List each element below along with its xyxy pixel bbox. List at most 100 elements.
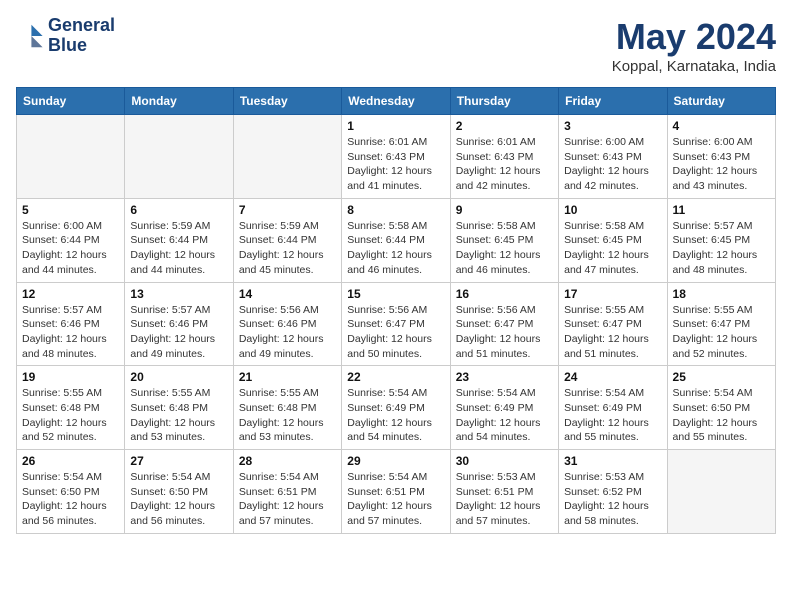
- day-info: Sunrise: 5:56 AMSunset: 6:46 PMDaylight:…: [239, 303, 336, 362]
- day-number: 12: [22, 287, 119, 301]
- calendar-cell: 11 Sunrise: 5:57 AMSunset: 6:45 PMDayligh…: [667, 198, 775, 282]
- calendar-cell: 23Sunrise: 5:54 AMSunset: 6:49 PMDayligh…: [450, 366, 558, 450]
- calendar-cell: [667, 450, 775, 534]
- day-info: Sunrise: 5:55 AMSunset: 6:47 PMDaylight:…: [673, 303, 770, 362]
- month-year: May 2024: [612, 16, 776, 58]
- day-info: Sunrise: 5:55 AMSunset: 6:47 PMDaylight:…: [564, 303, 661, 362]
- day-number: 5: [22, 203, 119, 217]
- calendar-cell: 15 Sunrise: 5:56 AMSunset: 6:47 PMDayligh…: [342, 282, 450, 366]
- calendar-cell: 2 Sunrise: 6:01 AMSunset: 6:43 PMDaylight…: [450, 115, 558, 199]
- day-info: Sunrise: 5:54 AMSunset: 6:49 PMDaylight:…: [564, 386, 661, 445]
- day-info: Sunrise: 5:53 AMSunset: 6:51 PMDaylight:…: [456, 470, 553, 529]
- calendar-cell: 17Sunrise: 5:55 AMSunset: 6:47 PMDayligh…: [559, 282, 667, 366]
- calendar-week-row: 19 Sunrise: 5:55 AMSunset: 6:48 PMDayligh…: [17, 366, 776, 450]
- calendar-cell: 31 Sunrise: 5:53 AMSunset: 6:52 PMDayligh…: [559, 450, 667, 534]
- day-number: 21: [239, 370, 336, 384]
- day-number: 20: [130, 370, 227, 384]
- day-info: Sunrise: 5:59 AMSunset: 6:44 PMDaylight:…: [130, 219, 227, 278]
- col-header-wednesday: Wednesday: [342, 88, 450, 115]
- day-number: 6: [130, 203, 227, 217]
- calendar-cell: 21 Sunrise: 5:55 AMSunset: 6:48 PMDayligh…: [233, 366, 341, 450]
- calendar-cell: 10 Sunrise: 5:58 AMSunset: 6:45 PMDayligh…: [559, 198, 667, 282]
- calendar-cell: 9 Sunrise: 5:58 AMSunset: 6:45 PMDaylight…: [450, 198, 558, 282]
- calendar-cell: 28 Sunrise: 5:54 AMSunset: 6:51 PMDayligh…: [233, 450, 341, 534]
- day-info: Sunrise: 6:00 AMSunset: 6:43 PMDaylight:…: [673, 135, 770, 194]
- calendar-cell: 16 Sunrise: 5:56 AMSunset: 6:47 PMDayligh…: [450, 282, 558, 366]
- day-number: 10: [564, 203, 661, 217]
- day-number: 11: [673, 203, 770, 217]
- day-info: Sunrise: 5:58 AMSunset: 6:44 PMDaylight:…: [347, 219, 444, 278]
- day-number: 7: [239, 203, 336, 217]
- day-number: 26: [22, 454, 119, 468]
- day-number: 24: [564, 370, 661, 384]
- day-number: 4: [673, 119, 770, 133]
- logo-text: General Blue: [48, 16, 115, 56]
- calendar-cell: 22Sunrise: 5:54 AMSunset: 6:49 PMDayligh…: [342, 366, 450, 450]
- col-header-saturday: Saturday: [667, 88, 775, 115]
- day-info: Sunrise: 5:58 AMSunset: 6:45 PMDaylight:…: [564, 219, 661, 278]
- day-number: 28: [239, 454, 336, 468]
- calendar-cell: 8 Sunrise: 5:58 AMSunset: 6:44 PMDaylight…: [342, 198, 450, 282]
- calendar-cell: [125, 115, 233, 199]
- day-info: Sunrise: 5:55 AMSunset: 6:48 PMDaylight:…: [130, 386, 227, 445]
- day-info: Sunrise: 5:58 AMSunset: 6:45 PMDaylight:…: [456, 219, 553, 278]
- col-header-monday: Monday: [125, 88, 233, 115]
- calendar-cell: 29Sunrise: 5:54 AMSunset: 6:51 PMDayligh…: [342, 450, 450, 534]
- day-number: 22: [347, 370, 444, 384]
- day-number: 25: [673, 370, 770, 384]
- day-info: Sunrise: 5:54 AMSunset: 6:50 PMDaylight:…: [673, 386, 770, 445]
- calendar-header-row: SundayMondayTuesdayWednesdayThursdayFrid…: [17, 88, 776, 115]
- calendar-week-row: 26 Sunrise: 5:54 AMSunset: 6:50 PMDayligh…: [17, 450, 776, 534]
- col-header-tuesday: Tuesday: [233, 88, 341, 115]
- calendar-cell: 4 Sunrise: 6:00 AMSunset: 6:43 PMDaylight…: [667, 115, 775, 199]
- calendar-cell: 27Sunrise: 5:54 AMSunset: 6:50 PMDayligh…: [125, 450, 233, 534]
- day-info: Sunrise: 5:57 AMSunset: 6:46 PMDaylight:…: [130, 303, 227, 362]
- calendar-cell: 6 Sunrise: 5:59 AMSunset: 6:44 PMDaylight…: [125, 198, 233, 282]
- calendar: SundayMondayTuesdayWednesdayThursdayFrid…: [16, 87, 776, 534]
- day-number: 9: [456, 203, 553, 217]
- day-number: 3: [564, 119, 661, 133]
- day-info: Sunrise: 5:56 AMSunset: 6:47 PMDaylight:…: [456, 303, 553, 362]
- calendar-cell: 18 Sunrise: 5:55 AMSunset: 6:47 PMDayligh…: [667, 282, 775, 366]
- day-number: 14: [239, 287, 336, 301]
- title-block: May 2024 Koppal, Karnataka, India: [612, 16, 776, 75]
- day-info: Sunrise: 6:00 AMSunset: 6:44 PMDaylight:…: [22, 219, 119, 278]
- calendar-cell: [233, 115, 341, 199]
- day-info: Sunrise: 6:01 AMSunset: 6:43 PMDaylight:…: [347, 135, 444, 194]
- logo: General Blue: [16, 16, 115, 56]
- day-info: Sunrise: 5:54 AMSunset: 6:49 PMDaylight:…: [456, 386, 553, 445]
- calendar-week-row: 5 Sunrise: 6:00 AMSunset: 6:44 PMDaylight…: [17, 198, 776, 282]
- day-info: Sunrise: 6:01 AMSunset: 6:43 PMDaylight:…: [456, 135, 553, 194]
- calendar-cell: 5 Sunrise: 6:00 AMSunset: 6:44 PMDaylight…: [17, 198, 125, 282]
- logo-icon: [16, 22, 44, 50]
- day-number: 2: [456, 119, 553, 133]
- day-info: Sunrise: 5:59 AMSunset: 6:44 PMDaylight:…: [239, 219, 336, 278]
- day-number: 13: [130, 287, 227, 301]
- day-number: 19: [22, 370, 119, 384]
- day-number: 8: [347, 203, 444, 217]
- day-info: Sunrise: 5:54 AMSunset: 6:51 PMDaylight:…: [239, 470, 336, 529]
- day-number: 16: [456, 287, 553, 301]
- day-number: 31: [564, 454, 661, 468]
- day-info: Sunrise: 5:55 AMSunset: 6:48 PMDaylight:…: [239, 386, 336, 445]
- calendar-cell: 7 Sunrise: 5:59 AMSunset: 6:44 PMDaylight…: [233, 198, 341, 282]
- day-info: Sunrise: 5:53 AMSunset: 6:52 PMDaylight:…: [564, 470, 661, 529]
- day-number: 18: [673, 287, 770, 301]
- calendar-cell: 25 Sunrise: 5:54 AMSunset: 6:50 PMDayligh…: [667, 366, 775, 450]
- col-header-friday: Friday: [559, 88, 667, 115]
- calendar-cell: 24 Sunrise: 5:54 AMSunset: 6:49 PMDayligh…: [559, 366, 667, 450]
- calendar-cell: [17, 115, 125, 199]
- col-header-thursday: Thursday: [450, 88, 558, 115]
- calendar-week-row: 12 Sunrise: 5:57 AMSunset: 6:46 PMDayligh…: [17, 282, 776, 366]
- location: Koppal, Karnataka, India: [612, 58, 776, 75]
- day-info: Sunrise: 5:57 AMSunset: 6:45 PMDaylight:…: [673, 219, 770, 278]
- calendar-cell: 12Sunrise: 5:57 AMSunset: 6:46 PMDayligh…: [17, 282, 125, 366]
- day-info: Sunrise: 5:54 AMSunset: 6:50 PMDaylight:…: [22, 470, 119, 529]
- calendar-cell: 13 Sunrise: 5:57 AMSunset: 6:46 PMDayligh…: [125, 282, 233, 366]
- day-number: 27: [130, 454, 227, 468]
- page-header: General Blue May 2024 Koppal, Karnataka,…: [16, 16, 776, 75]
- day-info: Sunrise: 5:54 AMSunset: 6:51 PMDaylight:…: [347, 470, 444, 529]
- day-info: Sunrise: 5:56 AMSunset: 6:47 PMDaylight:…: [347, 303, 444, 362]
- day-number: 15: [347, 287, 444, 301]
- calendar-cell: 19Sunrise: 5:55 AMSunset: 6:48 PMDayligh…: [17, 366, 125, 450]
